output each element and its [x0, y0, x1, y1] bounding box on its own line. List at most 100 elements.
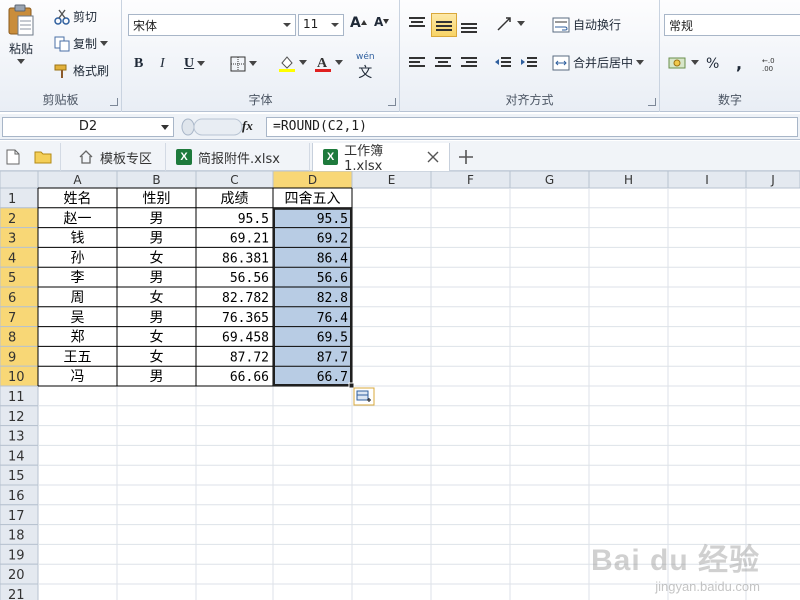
align-top-button[interactable] [408, 16, 426, 30]
row-header-3[interactable] [0, 227, 39, 248]
cell-C10[interactable]: 66.66 [230, 370, 269, 385]
cell-B3[interactable]: 男 [150, 231, 164, 247]
align-center-button[interactable] [434, 56, 452, 70]
tab-template-zone[interactable]: 模板专区 [68, 143, 166, 171]
dialog-launcher-icon[interactable] [388, 98, 396, 106]
fill-handle[interactable] [348, 382, 355, 389]
cell-C8[interactable]: 69.458 [222, 331, 269, 346]
cell-D2[interactable]: 95.5 [317, 212, 348, 227]
tab-workbook1[interactable]: X 工作簿1.xlsx [312, 143, 450, 174]
row-header-9[interactable] [0, 345, 39, 367]
cell-C9[interactable]: 87.72 [230, 350, 269, 365]
cell-B8[interactable]: 女 [150, 329, 164, 346]
cell-D8[interactable]: 69.5 [317, 331, 348, 346]
cell-D9[interactable]: 87.7 [317, 350, 348, 365]
comma-button[interactable]: , [736, 54, 742, 73]
close-icon[interactable] [427, 151, 439, 163]
cut-button[interactable]: 剪切 [54, 8, 97, 25]
cell-B5[interactable]: 男 [150, 270, 164, 286]
cell-C3[interactable]: 69.21 [230, 232, 269, 247]
phonetic-button[interactable]: wén 文 [356, 52, 375, 82]
align-right-button[interactable] [460, 56, 478, 70]
font-name-combo[interactable]: 宋体 [128, 14, 296, 36]
cell-B9[interactable]: 女 [150, 348, 164, 365]
cell-B6[interactable]: 女 [150, 289, 164, 306]
shrink-font-icon: A [374, 15, 390, 29]
select-all-corner[interactable] [0, 171, 39, 189]
row-header-7[interactable] [0, 306, 39, 328]
italic-button[interactable]: I [160, 56, 165, 72]
align-left-button[interactable] [408, 56, 426, 70]
cell-C5[interactable]: 56.56 [230, 271, 269, 286]
dialog-launcher-icon[interactable] [648, 98, 656, 106]
format-painter-button[interactable]: 格式刷 [54, 62, 109, 79]
align-bottom-button[interactable] [460, 18, 478, 34]
row-header-1[interactable] [0, 187, 39, 209]
cell-A9[interactable]: 王五 [64, 349, 92, 365]
cell-B4[interactable]: 女 [150, 249, 164, 266]
increase-indent-icon [520, 56, 538, 70]
header-cell-A1[interactable]: 姓名 [64, 191, 92, 207]
header-cell-C1[interactable]: 成绩 [221, 191, 249, 207]
dialog-launcher-icon[interactable] [110, 98, 118, 106]
borders-icon [230, 56, 246, 72]
cell-C7[interactable]: 76.365 [222, 311, 269, 326]
row-header-8[interactable] [0, 326, 39, 347]
increase-indent-button[interactable] [520, 56, 538, 70]
wrap-text-label: 自动换行 [573, 18, 622, 32]
header-cell-B1[interactable]: 性别 [143, 191, 171, 207]
cell-A7[interactable]: 吴 [71, 310, 85, 326]
cell-D3[interactable]: 69.2 [317, 232, 348, 247]
wrap-text-button[interactable]: 自动换行 [552, 16, 621, 33]
new-tab-button[interactable] [452, 143, 480, 171]
row-header-5[interactable] [0, 266, 39, 288]
cell-D10[interactable]: 66.7 [317, 370, 348, 385]
cell-A5[interactable]: 李 [71, 270, 85, 286]
cell-C4[interactable]: 86.381 [222, 251, 269, 266]
insert-function-button[interactable]: fx [242, 118, 253, 134]
tab-briefing-attachment[interactable]: X 简报附件.xlsx [166, 143, 310, 171]
percent-button[interactable]: % [706, 56, 719, 72]
formula-input[interactable]: =ROUND(C2,1) [266, 117, 798, 137]
underline-button[interactable]: U [184, 56, 206, 72]
fill-color-button[interactable] [278, 54, 307, 72]
cell-D5[interactable]: 56.6 [317, 271, 348, 286]
cell-C6[interactable]: 82.782 [222, 291, 269, 306]
name-box[interactable]: D2 [2, 117, 174, 137]
cell-B10[interactable]: 男 [150, 369, 164, 385]
new-document-button[interactable] [2, 143, 24, 171]
align-middle-button[interactable] [431, 13, 457, 37]
row-header-2[interactable] [0, 207, 39, 229]
copy-button[interactable]: 复制 [54, 35, 109, 52]
decrease-indent-button[interactable] [494, 56, 512, 70]
cell-D4[interactable]: 86.4 [317, 251, 348, 266]
shrink-font-button[interactable]: A [374, 15, 390, 29]
row-header-4[interactable] [0, 246, 39, 268]
increase-decimal-button[interactable]: ←.0.00 [762, 56, 784, 72]
cell-A2[interactable]: 赵一 [64, 211, 92, 227]
font-color-button[interactable]: A [314, 54, 343, 72]
grow-font-button[interactable]: A [350, 15, 367, 31]
spreadsheet-grid[interactable]: A B C D E F G H I J 1 2 3 4 5 6 7 8 9 10 11 12 13 14 15 16 17 18 19 2… [0, 171, 800, 600]
cell-A4[interactable]: 孙 [71, 250, 85, 266]
cell-A10[interactable]: 冯 [71, 369, 85, 385]
cell-A3[interactable]: 钱 [71, 231, 85, 247]
header-cell-D1[interactable]: 四舍五入 [285, 191, 341, 207]
cell-C2[interactable]: 95.5 [238, 212, 269, 227]
orientation-button[interactable] [496, 16, 525, 32]
cell-D7[interactable]: 76.4 [317, 311, 348, 326]
cell-A8[interactable]: 郑 [71, 330, 85, 346]
cell-B2[interactable]: 男 [150, 211, 164, 227]
cell-A6[interactable]: 周 [71, 290, 85, 306]
merge-center-button[interactable]: 合并后居中 [552, 54, 645, 71]
paste-button[interactable]: 粘贴 [6, 4, 36, 65]
open-folder-button[interactable] [30, 143, 61, 171]
cell-D6[interactable]: 82.8 [317, 291, 348, 306]
cell-B7[interactable]: 男 [150, 310, 164, 326]
borders-button[interactable] [230, 56, 257, 72]
bold-button[interactable]: B [134, 56, 143, 72]
row-header-6[interactable] [0, 286, 39, 308]
currency-button[interactable] [668, 54, 699, 72]
font-size-combo[interactable]: 11 [298, 14, 344, 36]
number-format-combo[interactable]: 常规 [664, 14, 800, 36]
